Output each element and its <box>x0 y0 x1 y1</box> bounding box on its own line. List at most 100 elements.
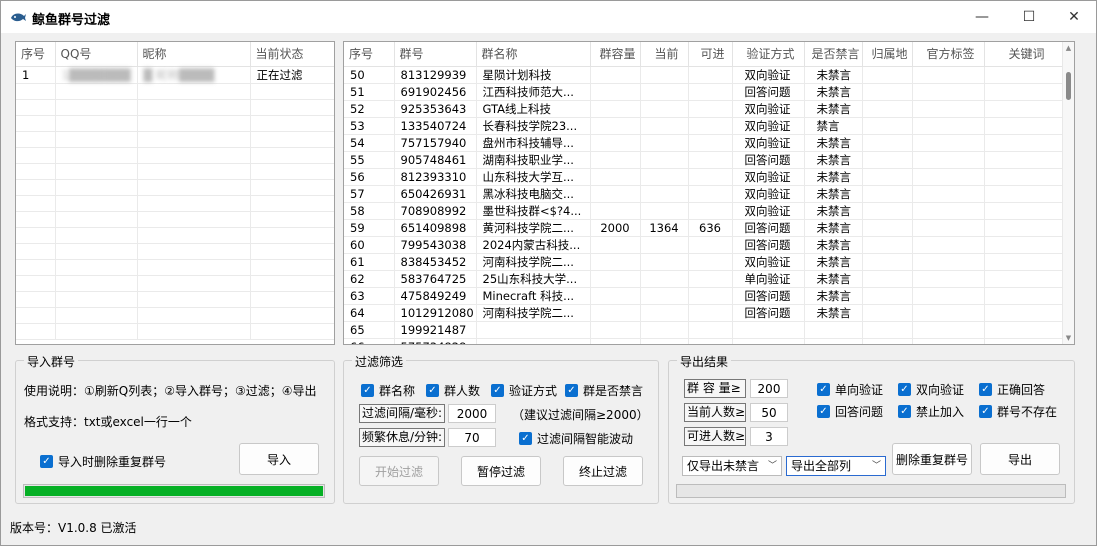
checkmark-icon: ✓ <box>491 384 504 397</box>
group-cell: 54 <box>344 134 395 152</box>
right-header-7[interactable]: 是否禁言 <box>804 42 863 67</box>
group-row[interactable]: 62 583764725 25山东科技大学... 单向验证 未禁言 <box>344 270 1065 288</box>
pause-filter-button[interactable]: 暂停过滤 <box>461 456 541 486</box>
export-not-exist-checkbox[interactable]: ✓ 群号不存在 <box>979 403 1057 420</box>
group-cell <box>640 66 689 84</box>
group-row[interactable]: 63 475849249 Minecraft 科技... 回答问题 未禁言 <box>344 287 1065 305</box>
group-cell <box>640 134 689 152</box>
export-forbid-join-checkbox[interactable]: ✓ 禁止加入 <box>898 403 964 420</box>
group-row[interactable]: 53 133540724 长春科技学院23... 双向验证 禁言 <box>344 117 1065 135</box>
account-row[interactable] <box>16 275 334 292</box>
group-cell <box>912 236 985 254</box>
account-row[interactable] <box>16 211 334 228</box>
account-row[interactable] <box>16 227 334 244</box>
minimize-button[interactable]: — <box>959 1 1005 33</box>
export-button[interactable]: 导出 <box>980 443 1060 475</box>
group-row[interactable]: 50 813129939 星陨计划科技 双向验证 未禁言 <box>344 66 1065 84</box>
left-header-0[interactable]: 序号 <box>16 42 56 67</box>
account-row[interactable] <box>16 195 334 212</box>
account-table[interactable]: 序号 QQ号 昵称 当前状态 1 1███████ █ 昵称████ 正在过滤 <box>15 41 335 345</box>
export-answer-question-checkbox[interactable]: ✓ 回答问题 <box>817 403 883 420</box>
right-header-10[interactable]: 关键词 <box>984 42 1065 67</box>
import-button[interactable]: 导入 <box>239 443 319 475</box>
group-table-scrollbar[interactable]: ▲ ▼ <box>1062 42 1074 344</box>
right-header-5[interactable]: 可进 <box>688 42 733 67</box>
filter-name-label: 群名称 <box>379 384 416 398</box>
right-header-2[interactable]: 群名称 <box>476 42 591 67</box>
account-row[interactable] <box>16 99 334 116</box>
right-header-1[interactable]: 群号 <box>394 42 477 67</box>
group-row[interactable]: 59 651409898 黄河科技学院二... 2000 1364 636 回答问题 未禁言 <box>344 219 1065 237</box>
account-row[interactable] <box>16 259 334 276</box>
account-row[interactable] <box>16 131 334 148</box>
scroll-thumb[interactable] <box>1066 72 1071 100</box>
group-row[interactable]: 51 691902456 江西科技师范大... 回答问题 未禁言 <box>344 83 1065 101</box>
group-cell: 651409898 <box>394 219 477 237</box>
left-header-2[interactable]: 昵称 <box>137 42 251 67</box>
account-cell <box>16 131 56 148</box>
group-row[interactable]: 55 905748461 湖南科技职业学... 回答问题 未禁言 <box>344 151 1065 169</box>
account-row[interactable] <box>16 83 334 100</box>
smart-wave-checkbox[interactable]: ✓ 过滤间隔智能波动 <box>519 430 633 447</box>
stop-filter-button[interactable]: 终止过滤 <box>563 456 643 486</box>
group-table[interactable]: 序号 群号 群名称 群容量 当前 可进 验证方式 是否禁言 归属地 官方标签 关键词 50 81312… <box>343 41 1075 345</box>
close-button[interactable]: ✕ <box>1051 1 1097 33</box>
left-header-1[interactable]: QQ号 <box>55 42 138 67</box>
checkmark-icon: ✓ <box>40 455 53 468</box>
mute-filter-select[interactable]: 仅导出未禁言 ﹀ <box>682 456 782 476</box>
rest-input[interactable]: 70 <box>448 428 496 447</box>
group-row[interactable]: 61 838453452 河南科技学院二... 双向验证 未禁言 <box>344 253 1065 271</box>
account-row[interactable] <box>16 307 334 324</box>
group-row[interactable]: 58 708908992 墨世科技群<$?4... 双向验证 未禁言 <box>344 202 1065 220</box>
account-row[interactable] <box>16 291 334 308</box>
group-row[interactable]: 57 650426931 黑冰科技电脑交... 双向验证 未禁言 <box>344 185 1065 203</box>
account-row[interactable] <box>16 115 334 132</box>
filter-name-checkbox[interactable]: ✓ 群名称 <box>361 382 415 399</box>
start-filter-button[interactable]: 开始过滤 <box>359 456 439 486</box>
account-row[interactable] <box>16 147 334 164</box>
scroll-down-arrow-icon[interactable]: ▼ <box>1063 332 1074 344</box>
export-progress-bar <box>676 484 1066 498</box>
group-row[interactable]: 54 757157940 盘州市科技辅导... 双向验证 未禁言 <box>344 134 1065 152</box>
group-row[interactable]: 52 925353643 GTA线上科技 双向验证 未禁言 <box>344 100 1065 118</box>
export-single-verify-checkbox[interactable]: ✓ 单向验证 <box>817 381 883 398</box>
left-header-3[interactable]: 当前状态 <box>250 42 334 67</box>
scroll-up-arrow-icon[interactable]: ▲ <box>1063 42 1074 54</box>
right-header-8[interactable]: 归属地 <box>862 42 913 67</box>
account-row[interactable] <box>16 163 334 180</box>
right-header-3[interactable]: 群容量 <box>590 42 641 67</box>
right-header-9[interactable]: 官方标签 <box>912 42 985 67</box>
group-row[interactable]: 64 1012912080 河南科技学院二... 回答问题 未禁言 <box>344 304 1065 322</box>
group-cell <box>984 253 1065 271</box>
right-header-4[interactable]: 当前 <box>640 42 689 67</box>
account-row[interactable] <box>16 179 334 196</box>
group-cell <box>640 304 689 322</box>
group-row[interactable]: 60 799543038 2024内蒙古科技... 回答问题 未禁言 <box>344 236 1065 254</box>
group-cell: 63 <box>344 287 395 305</box>
group-cell <box>590 66 641 84</box>
capacity-input[interactable]: 200 <box>750 379 788 398</box>
available-input[interactable]: 3 <box>750 427 788 446</box>
group-row[interactable]: 65 199921487 <box>344 321 1065 339</box>
account-row[interactable]: 1 1███████ █ 昵称████ 正在过滤 <box>16 66 334 84</box>
group-row[interactable]: 56 812393310 山东科技大学互... 双向验证 未禁言 <box>344 168 1065 186</box>
right-header-6[interactable]: 验证方式 <box>732 42 805 67</box>
group-row[interactable]: 66575734828 <box>344 338 1065 344</box>
account-row[interactable] <box>16 323 334 340</box>
right-header-0[interactable]: 序号 <box>344 42 395 67</box>
filter-members-checkbox[interactable]: ✓ 群人数 <box>426 382 480 399</box>
delete-duplicates-button[interactable]: 删除重复群号 <box>892 443 972 475</box>
group-cell <box>590 287 641 305</box>
group-cell <box>862 117 913 135</box>
interval-input[interactable]: 2000 <box>448 404 496 423</box>
column-select[interactable]: 导出全部列 ﹀ <box>786 456 886 476</box>
account-row[interactable] <box>16 243 334 260</box>
maximize-button[interactable]: ☐ <box>1006 1 1052 33</box>
current-members-input[interactable]: 50 <box>750 403 788 422</box>
export-double-verify-checkbox[interactable]: ✓ 双向验证 <box>898 381 964 398</box>
export-correct-answer-checkbox[interactable]: ✓ 正确回答 <box>979 381 1045 398</box>
filter-mute-checkbox[interactable]: ✓ 群是否禁言 <box>565 382 643 399</box>
filter-verify-checkbox[interactable]: ✓ 验证方式 <box>491 382 557 399</box>
dedupe-on-import-checkbox[interactable]: ✓ 导入时删除重复群号 <box>40 453 166 470</box>
title-bar[interactable]: 鲸鱼群号过滤 — ☐ ✕ <box>1 1 1096 33</box>
